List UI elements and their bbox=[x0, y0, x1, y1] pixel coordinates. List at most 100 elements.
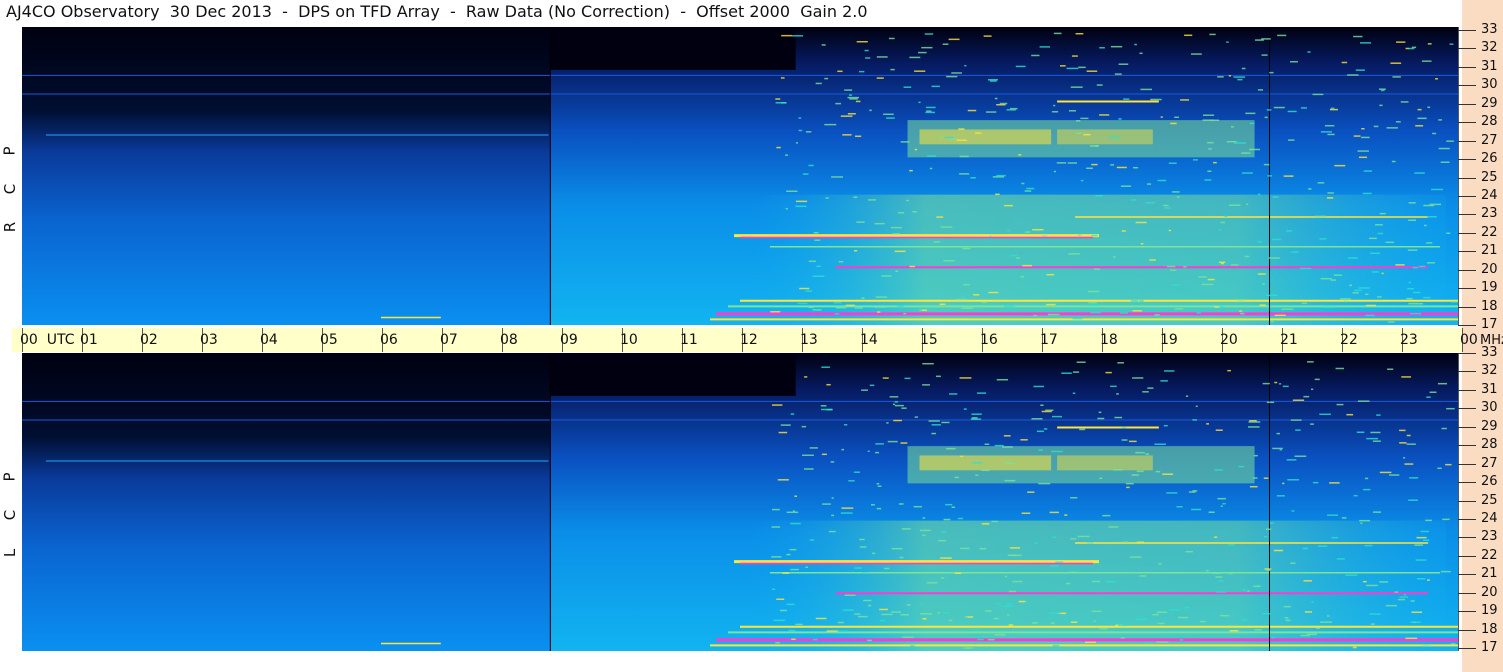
frequency-tick-label: 23 bbox=[1481, 529, 1498, 545]
spectrogram-speckle bbox=[1005, 462, 1015, 464]
time-tick-label: 16 bbox=[980, 332, 998, 348]
spectrogram-speckle bbox=[1427, 106, 1431, 109]
spectrogram-lcp-canvas bbox=[22, 353, 1458, 651]
frequency-tick-label: 32 bbox=[1481, 40, 1498, 56]
spectrogram-speckle bbox=[1016, 257, 1020, 259]
spectrogram-speckle bbox=[1272, 196, 1279, 198]
spectrogram-speckle bbox=[869, 109, 872, 112]
spectrogram-speckle bbox=[1304, 611, 1312, 613]
spectrogram-speckle bbox=[1041, 235, 1048, 237]
spectrogram-speckle bbox=[964, 616, 968, 618]
spectrogram-dark-band bbox=[550, 27, 796, 70]
spectrogram-speckle bbox=[904, 377, 911, 380]
spectrogram-speckle bbox=[875, 443, 884, 445]
time-tick-label: 03 bbox=[200, 332, 218, 348]
spectrogram-speckle bbox=[1102, 514, 1111, 517]
spectrogram-speckle bbox=[859, 546, 867, 548]
spectrogram-speckle bbox=[1018, 600, 1026, 603]
spectrogram-speckle bbox=[1215, 576, 1223, 578]
frequency-tick-label: 26 bbox=[1481, 151, 1498, 167]
spectrogram-speckle bbox=[1076, 361, 1086, 363]
spectrogram-speckle bbox=[972, 461, 983, 464]
spectrogram-speckle bbox=[1215, 429, 1223, 431]
spectrogram-speckle bbox=[1263, 163, 1270, 166]
spectrogram-speckle bbox=[847, 96, 860, 99]
spectrogram-speckle bbox=[937, 612, 940, 614]
frequency-tick-mark bbox=[1458, 85, 1476, 87]
spectrogram-speckle bbox=[1299, 267, 1312, 270]
spectrogram-speckle bbox=[1034, 542, 1038, 545]
spectrogram-speckle bbox=[1158, 563, 1162, 565]
spectrogram-speckle bbox=[1403, 457, 1406, 459]
spectrogram-speckle bbox=[1116, 166, 1127, 169]
spectrogram-speckle bbox=[946, 447, 956, 450]
spectrogram-speckle bbox=[1220, 505, 1223, 507]
spectrogram-speckle bbox=[891, 611, 902, 613]
spectrogram-speckle bbox=[785, 154, 789, 156]
spectrogram-speckle bbox=[1066, 67, 1079, 70]
frequency-tick-label: 28 bbox=[1481, 114, 1498, 130]
spectrogram-speckle bbox=[1426, 396, 1431, 398]
spectrogram-speckle bbox=[1441, 427, 1447, 430]
spectrogram-speckle bbox=[1359, 519, 1371, 522]
spectrogram-speckle bbox=[1229, 204, 1241, 206]
spectrogram-speckle bbox=[881, 613, 893, 616]
spectrogram-speckle bbox=[929, 167, 933, 170]
spectrogram-speckle bbox=[826, 630, 839, 632]
frequency-tick-mark bbox=[1458, 195, 1476, 197]
spectrogram-speckle bbox=[1209, 33, 1216, 36]
spectrogram-speckle bbox=[1020, 439, 1028, 441]
spectrogram-speckle bbox=[872, 552, 876, 555]
spectrogram-speckle bbox=[924, 33, 934, 35]
spectrogram-speckle bbox=[970, 628, 980, 631]
time-tick-label: 05 bbox=[320, 332, 338, 348]
spectrogram-speckle bbox=[1324, 124, 1335, 127]
spectrogram-speckle bbox=[785, 207, 788, 210]
spectrogram-speckle bbox=[1088, 301, 1097, 304]
spectrogram-speckle bbox=[1423, 224, 1427, 227]
spectrogram-speckle bbox=[1049, 511, 1059, 514]
spectrogram-speckle bbox=[1131, 474, 1140, 476]
spectrogram-speckle bbox=[1242, 618, 1248, 621]
spectrogram-speckle bbox=[1356, 431, 1365, 434]
spectrogram-speckle bbox=[948, 619, 953, 622]
spectrogram-speckle bbox=[991, 520, 998, 523]
frequency-tick-label: 29 bbox=[1481, 418, 1498, 434]
spectrogram-speckle bbox=[1067, 162, 1077, 164]
spectrogram-speckle bbox=[1329, 108, 1338, 111]
spectrogram-speckle bbox=[1300, 107, 1307, 109]
spectrogram-speckle bbox=[949, 393, 958, 395]
spectrogram-speckle bbox=[977, 638, 984, 641]
spectrogram-speckle bbox=[841, 507, 854, 509]
spectrogram-speckle bbox=[1370, 431, 1381, 434]
spectrogram-speckle bbox=[1110, 45, 1123, 48]
spectrogram-speckle bbox=[1252, 477, 1258, 479]
spectrogram-speckle bbox=[1121, 426, 1127, 429]
spectrogram-speckle bbox=[853, 471, 860, 473]
spectrogram-speckle bbox=[1071, 55, 1078, 57]
spectrogram-speckle bbox=[858, 615, 868, 618]
frequency-tick-label: 27 bbox=[1481, 132, 1498, 148]
spectrogram-speckle bbox=[1419, 265, 1426, 268]
spectrogram-speckle bbox=[1003, 305, 1015, 308]
spectrogram-speckle bbox=[1410, 600, 1415, 602]
spectrogram-speckle bbox=[1355, 69, 1365, 71]
spectrogram-speckle bbox=[1399, 596, 1408, 598]
spectrogram-speckle bbox=[1018, 154, 1022, 156]
spectrogram-speckle bbox=[1369, 613, 1381, 615]
spectrogram-speckle bbox=[1290, 419, 1302, 421]
spectrogram-speckle bbox=[1276, 432, 1280, 435]
spectrogram-speckle bbox=[845, 304, 855, 307]
spectrogram-speckle bbox=[1353, 35, 1363, 38]
spectrogram-speckle bbox=[1157, 622, 1165, 625]
spectrogram-speckle bbox=[1375, 223, 1383, 226]
spectrogram-speckle bbox=[1105, 371, 1112, 374]
spectrogram-speckle bbox=[1140, 242, 1144, 245]
spectrogram-speckle bbox=[790, 522, 801, 525]
spectrogram-speckle bbox=[1053, 104, 1056, 107]
spectrogram-speckle bbox=[771, 588, 776, 590]
spectrogram-speckle bbox=[1437, 467, 1442, 470]
spectrogram-speckle bbox=[1192, 159, 1198, 161]
spectrogram-speckle bbox=[833, 301, 842, 304]
spectrogram-speckle bbox=[1090, 311, 1101, 314]
